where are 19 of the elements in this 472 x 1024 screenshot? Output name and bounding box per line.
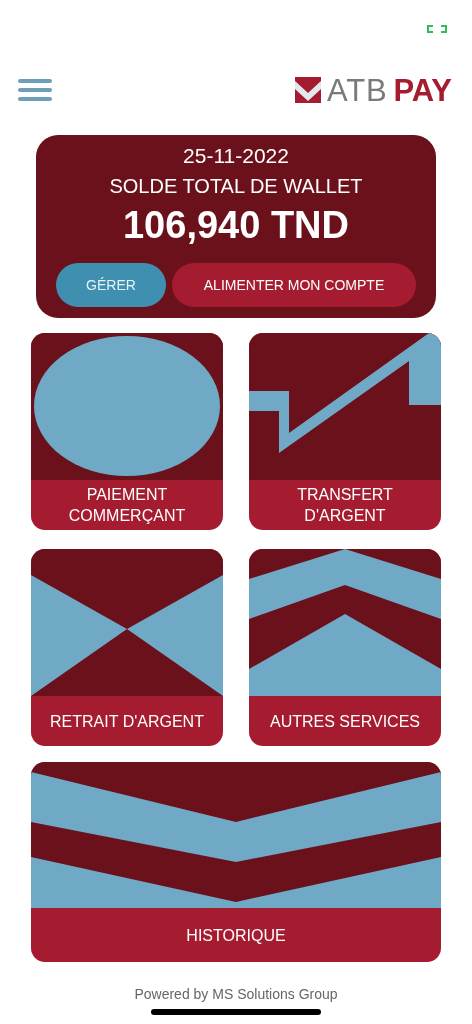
service-tile[interactable]: HISTORIQUE [31, 762, 441, 962]
footer-text: Powered by MS Solutions Group [134, 985, 338, 1004]
balance-date: 25-11-2022 [183, 143, 289, 169]
balance-title: SOLDE TOTAL DE WALLET [109, 174, 363, 199]
logo-text: ATB [327, 74, 388, 106]
service-tile[interactable]: PAIEMENT COMMERÇANT [31, 333, 223, 530]
logo-icon [295, 77, 322, 103]
tile-label: PAIEMENT COMMERÇANT [67, 485, 187, 526]
logo-text: PAY [393, 74, 452, 106]
menu-icon[interactable] [18, 78, 52, 102]
tile-label: TRANSFERT D'ARGENT [296, 485, 394, 526]
tile-label: AUTRES SERVICES [270, 711, 420, 732]
service-tile[interactable]: TRANSFERT D'ARGENT [249, 333, 441, 530]
service-tile[interactable]: AUTRES SERVICES [249, 549, 441, 746]
balance-amount: 106,940 TND [123, 203, 349, 247]
tile-label: HISTORIQUE [186, 925, 286, 946]
tile-label: RETRAIT D'ARGENT [50, 711, 204, 732]
top-up-button[interactable]: ALIMENTER MON COMPTE [172, 263, 416, 307]
service-tile[interactable]: RETRAIT D'ARGENT [31, 549, 223, 746]
